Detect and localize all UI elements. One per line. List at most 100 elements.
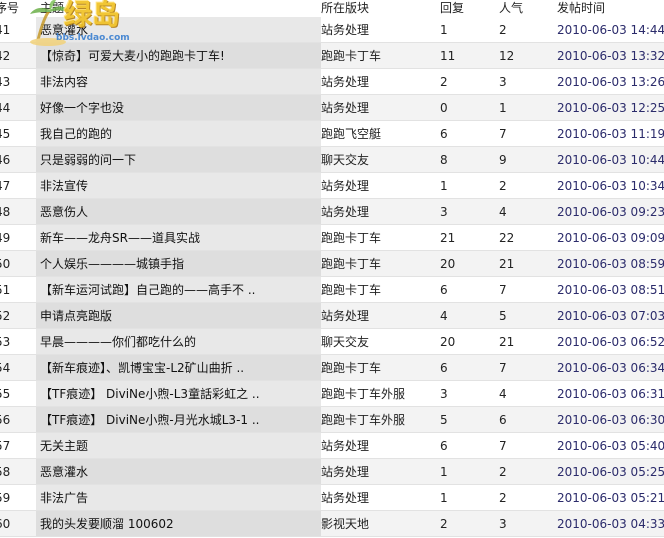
column-header-popularity[interactable]: 人气	[499, 0, 559, 17]
table-row[interactable]: 59 非法广告站务处理 1 2 2010-06-03 05:21	[0, 485, 664, 511]
board-link[interactable]: 跑跑卡丁车	[321, 251, 436, 277]
board-link[interactable]: 站务处理	[321, 433, 436, 459]
view-count: 3	[499, 75, 507, 89]
post-time: 2010-06-03 05:40	[557, 439, 664, 453]
topic-table: 序号 主题 所在版块 回复 人气 发帖时间 41恶意灌水站务处理122010-0…	[0, 0, 664, 537]
row-id: 44	[0, 101, 11, 115]
post-time: 2010-06-03 13:26	[557, 75, 664, 89]
table-row[interactable]: 60 我的头发要顺溜 100602影视天地 2 3 2010-06-03 04:33	[0, 511, 664, 537]
topic-title-link[interactable]: 个人娱乐————城镇手指	[36, 251, 321, 277]
topic-title-link[interactable]: 恶意灌水	[36, 459, 321, 485]
table-row[interactable]: 50 个人娱乐————城镇手指跑跑卡丁车 20 21 2010-06-03 08:59	[0, 251, 664, 277]
column-header-id[interactable]: 序号	[0, 0, 37, 17]
board-link[interactable]: 跑跑卡丁车	[321, 43, 436, 69]
topic-title-link[interactable]: 无关主题	[36, 433, 321, 459]
table-row[interactable]: 45 我自己的跑的跑跑飞空艇 6 7 2010-06-03 11:19	[0, 121, 664, 147]
board-link[interactable]: 站务处理	[321, 485, 436, 511]
topic-title-link[interactable]: 好像一个字也没	[36, 95, 321, 121]
view-count: 5	[499, 309, 507, 323]
view-count: 4	[499, 387, 507, 401]
reply-count: 2	[440, 517, 448, 531]
view-count: 22	[499, 231, 515, 245]
topic-title-link[interactable]: 新车——龙舟SR——道具实战	[36, 225, 321, 251]
reply-count: 4	[440, 309, 448, 323]
table-row[interactable]: 51 【新车运河试跑】自己跑的——高手不 ..跑跑卡丁车 6 7 2010-06-03 …	[0, 277, 664, 303]
topic-title-link[interactable]: 只是弱弱的问一下	[36, 147, 321, 173]
row-id: 47	[0, 179, 11, 193]
topic-title-link[interactable]: 【惊奇】可爱大麦小的跑跑卡丁车!	[36, 43, 321, 69]
post-time: 2010-06-03 13:32	[557, 49, 664, 63]
reply-count: 8	[440, 153, 448, 167]
row-id: 54	[0, 361, 11, 375]
reply-count: 5	[440, 413, 448, 427]
topic-title-link[interactable]: 【TF痕迹】 DiviNe小煦-L3童話彩虹之 ..	[36, 381, 321, 407]
column-header-post-time[interactable]: 发帖时间	[557, 0, 664, 17]
view-count: 9	[499, 153, 507, 167]
table-row[interactable]: 47 非法宣传站务处理 1 2 2010-06-03 10:34	[0, 173, 664, 199]
table-row[interactable]: 46 只是弱弱的问一下聊天交友 8 9 2010-06-03 10:44	[0, 147, 664, 173]
table-row[interactable]: 48 恶意伤人站务处理 3 4 2010-06-03 09:23	[0, 199, 664, 225]
board-link[interactable]: 站务处理	[321, 69, 436, 95]
reply-count: 20	[440, 257, 456, 271]
topic-title-link[interactable]: 非法内容	[36, 69, 321, 95]
board-link[interactable]: 站务处理	[321, 459, 436, 485]
reply-count: 1	[440, 465, 448, 479]
table-row[interactable]: 42 【惊奇】可爱大麦小的跑跑卡丁车!跑跑卡丁车 11 12 2010-06-03 13…	[0, 43, 664, 69]
topic-title-link[interactable]: 【新车痕迹】、凯博宝宝-L2矿山曲折 ..	[36, 355, 321, 381]
topic-title-link[interactable]: 我的头发要顺溜 100602	[36, 511, 321, 537]
board-link[interactable]: 站务处理	[321, 303, 436, 329]
table-row[interactable]: 49 新车——龙舟SR——道具实战跑跑卡丁车 21 22 2010-06-03 09:0…	[0, 225, 664, 251]
column-header-reply[interactable]: 回复	[440, 0, 500, 17]
table-row[interactable]: 53 早晨————你们都吃什么的聊天交友 20 21 2010-06-03 06:52	[0, 329, 664, 355]
board-link[interactable]: 影视天地	[321, 511, 436, 537]
view-count: 7	[499, 439, 507, 453]
reply-count: 1	[440, 179, 448, 193]
column-header-board[interactable]: 所在版块	[321, 0, 436, 17]
board-link[interactable]: 聊天交友	[321, 147, 436, 173]
topic-title-link[interactable]: 申请点亮跑版	[36, 303, 321, 329]
row-id: 58	[0, 465, 11, 479]
board-link[interactable]: 站务处理	[321, 173, 436, 199]
board-link[interactable]: 站务处理	[321, 95, 436, 121]
row-id: 60	[0, 517, 11, 531]
table-row[interactable]: 55 【TF痕迹】 DiviNe小煦-L3童話彩虹之 ..跑跑卡丁车外服 3 4 201…	[0, 381, 664, 407]
row-id: 42	[0, 49, 11, 63]
view-count: 1	[499, 101, 507, 115]
post-time: 2010-06-03 06:52	[557, 335, 664, 349]
post-time: 2010-06-03 09:09	[557, 231, 664, 245]
row-id: 48	[0, 205, 11, 219]
view-count: 6	[499, 413, 507, 427]
table-row[interactable]: 43 非法内容站务处理 2 3 2010-06-03 13:26	[0, 69, 664, 95]
view-count: 7	[499, 361, 507, 375]
board-link[interactable]: 跑跑卡丁车	[321, 225, 436, 251]
topic-title-link[interactable]: 我自己的跑的	[36, 121, 321, 147]
row-id: 45	[0, 127, 11, 141]
reply-count: 20	[440, 335, 456, 349]
board-link[interactable]: 站务处理	[321, 199, 436, 225]
reply-count: 11	[440, 49, 456, 63]
topic-title-link[interactable]: 【新车运河试跑】自己跑的——高手不 ..	[36, 277, 321, 303]
table-row[interactable]: 52 申请点亮跑版站务处理 4 5 2010-06-03 07:03	[0, 303, 664, 329]
board-link[interactable]: 跑跑卡丁车	[321, 355, 436, 381]
topic-title-link[interactable]: 【TF痕迹】 DiviNe小煦-月光水城L3-1 ..	[36, 407, 321, 433]
table-row[interactable]: 44 好像一个字也没站务处理 0 1 2010-06-03 12:25	[0, 95, 664, 121]
row-id: 59	[0, 491, 11, 505]
topic-title-link[interactable]: 非法宣传	[36, 173, 321, 199]
table-row[interactable]: 54 【新车痕迹】、凯博宝宝-L2矿山曲折 ..跑跑卡丁车 6 7 2010-06-03…	[0, 355, 664, 381]
board-link[interactable]: 跑跑飞空艇	[321, 121, 436, 147]
row-id: 57	[0, 439, 11, 453]
board-link[interactable]: 聊天交友	[321, 329, 436, 355]
board-link[interactable]: 站务处理	[321, 17, 436, 43]
reply-count: 1	[440, 491, 448, 505]
row-id: 56	[0, 413, 11, 427]
table-row[interactable]: 56【TF痕迹】 DiviNe小煦-月光水城L3-1 ..跑跑卡丁车外服5620…	[0, 407, 664, 433]
board-link[interactable]: 跑跑卡丁车外服	[321, 381, 436, 407]
reply-count: 21	[440, 231, 456, 245]
topic-title-link[interactable]: 非法广告	[36, 485, 321, 511]
topic-title-link[interactable]: 恶意伤人	[36, 199, 321, 225]
table-row[interactable]: 57 无关主题站务处理 6 7 2010-06-03 05:40	[0, 433, 664, 459]
board-link[interactable]: 跑跑卡丁车	[321, 277, 436, 303]
board-link[interactable]: 跑跑卡丁车外服	[321, 407, 436, 433]
topic-title-link[interactable]: 早晨————你们都吃什么的	[36, 329, 321, 355]
table-row[interactable]: 58 恶意灌水站务处理 1 2 2010-06-03 05:25	[0, 459, 664, 485]
